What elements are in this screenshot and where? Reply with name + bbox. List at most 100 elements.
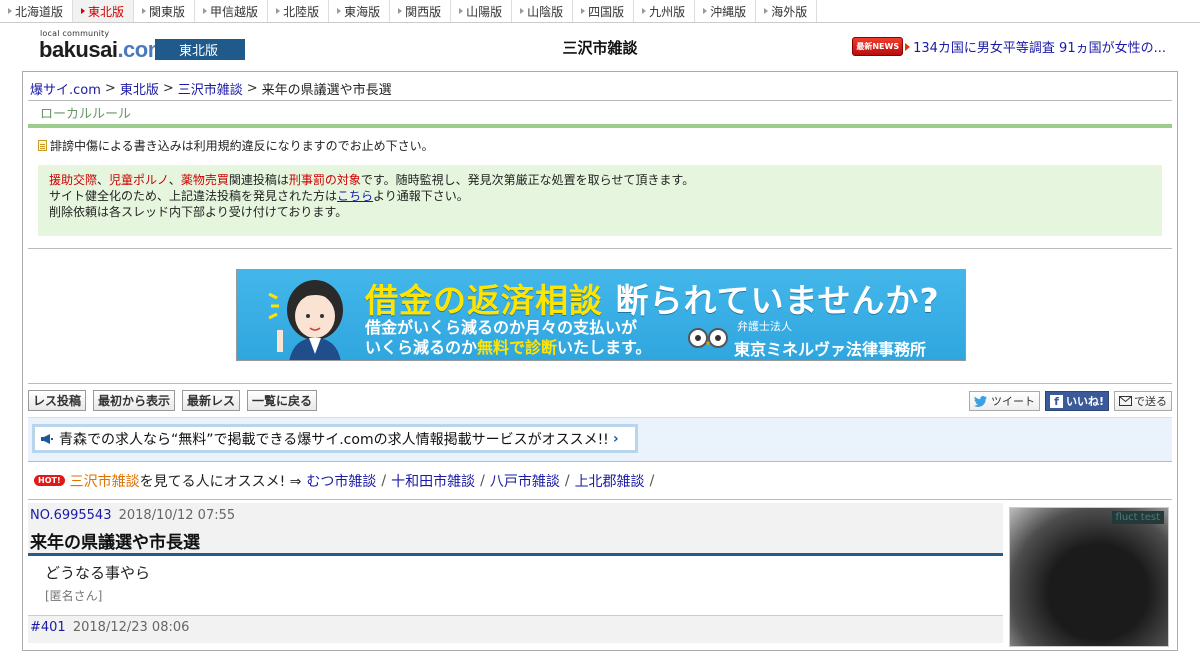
region-tab-tokai[interactable]: 東海版 (329, 0, 391, 22)
related-boards: HOT! 三沢市雑談 を見てる人にオススメ! ⇒ むつ市雑談 / 十和田市雑談 … (28, 462, 1172, 500)
breadcrumb-home[interactable]: 爆サイ.com (30, 79, 101, 98)
region-tab-kyushu[interactable]: 九州版 (634, 0, 696, 22)
banner-ad[interactable]: 借金の返済相談 断られていませんか? 借金がいくら減るのか月々の支払いが いくら… (236, 269, 966, 361)
job-promo-text: 青森での求人なら“無料”で掲載できる爆サイ.comの求人情報掲載サービスがオスス… (59, 431, 609, 448)
related-board-link[interactable]: むつ市雑談 (306, 471, 376, 491)
region-tab-label: 沖縄版 (710, 4, 747, 19)
triangle-icon (81, 8, 86, 14)
facebook-icon: f (1049, 394, 1063, 408)
rules-comma: 、 (97, 173, 110, 187)
ad-firm: 弁護士法人 東京ミネルヴァ法律事務所 (734, 318, 926, 360)
region-tab-okinawa[interactable]: 沖縄版 (695, 0, 757, 22)
job-promo-banner[interactable]: 青森での求人なら“無料”で掲載できる爆サイ.comの求人情報掲載サービスがオスス… (32, 424, 638, 453)
arrow-right-icon (905, 42, 911, 51)
triangle-icon (703, 8, 708, 14)
post-author: [匿名さん] (45, 589, 103, 603)
side-ad-image (1010, 508, 1168, 646)
banner-ad-area: 借金の返済相談 断られていませんか? 借金がいくら減るのか月々の支払いが いくら… (28, 249, 1172, 384)
region-tab-label: 北陸版 (283, 4, 320, 19)
tweet-label: ツイート (990, 395, 1035, 408)
triangle-icon (764, 8, 769, 14)
triangle-icon (642, 8, 647, 14)
region-tab-hokkaido[interactable]: 北海道版 (0, 0, 74, 22)
region-tab-sanin[interactable]: 山陰版 (512, 0, 574, 22)
ad-headline-yellow: 借金の返済相談 (365, 281, 603, 320)
ad-sub-highlight: 無料で診断 (477, 338, 558, 357)
ad-firm-name: 東京ミネルヴァ法律事務所 (734, 340, 927, 359)
region-tab-shikoku[interactable]: 四国版 (573, 0, 635, 22)
rules-comma: 、 (168, 173, 181, 187)
rules-line-3: 削除依頼は各スレッド内下部より受け付けております。 (49, 205, 348, 219)
related-board-link[interactable]: 十和田市雑談 (391, 471, 475, 491)
local-rules: 誹謗中傷による書き込みは利用規約違反になりますのでお止め下さい。 援助交際、児童… (28, 128, 1172, 249)
region-tab-kansai[interactable]: 関西版 (390, 0, 452, 22)
related-separator: / (381, 472, 387, 489)
news-badge: 最新NEWS (852, 37, 904, 56)
related-board-link[interactable]: 八戸市雑談 (490, 471, 560, 491)
ad-sub-text: いたします。 (557, 338, 652, 357)
region-tab-kanto[interactable]: 関東版 (134, 0, 196, 22)
job-promo-area: 青森での求人なら“無料”で掲載できる爆サイ.comの求人情報掲載サービスがオスス… (28, 417, 1172, 462)
rules-term: 児童ポルノ (109, 173, 169, 187)
region-tab-label: 四国版 (588, 4, 625, 19)
rules-warning-text: 誹謗中傷による書き込みは利用規約違反になりますのでお止め下さい。 (50, 139, 434, 153)
rules-warning: 誹謗中傷による書き込みは利用規約違反になりますのでお止め下さい。 (38, 137, 1162, 154)
region-tab-label: 東北版 (88, 4, 125, 19)
next-post-meta: #401 2018/12/23 08:06 (28, 616, 1003, 635)
post-meta: NO.6995543 2018/10/12 07:55 (28, 503, 1003, 523)
post-reply-button[interactable]: レス投稿 (28, 390, 87, 411)
triangle-icon (203, 8, 208, 14)
news-ticker[interactable]: 最新NEWS 134カ国に男女平等調査 91ヵ国が女性の... (852, 37, 1166, 56)
ad-sub-text: いくら減るのか (365, 338, 478, 357)
tweet-button[interactable]: ツイート (968, 391, 1040, 411)
region-tab-label: 関東版 (149, 4, 186, 19)
show-from-start-button[interactable]: 最初から表示 (93, 390, 176, 411)
send-label: で送る (1134, 395, 1167, 408)
triangle-icon (581, 8, 586, 14)
breadcrumb-board[interactable]: 三沢市雑談 (178, 79, 243, 98)
post-number-link[interactable]: NO.6995543 (30, 508, 111, 523)
region-tab-label: 海外版 (771, 4, 808, 19)
chevron-right-icon: › (612, 430, 619, 447)
rules-line-1: 援助交際、児童ポルノ、薬物売買関連投稿は刑事罰の対象です。随時監視し、発見次第厳… (49, 172, 1151, 188)
report-link[interactable]: こちら (337, 189, 373, 203)
latest-replies-button[interactable]: 最新レス (182, 390, 241, 411)
related-separator: / (564, 472, 570, 489)
breadcrumb-separator: > (162, 81, 174, 96)
local-rules-heading: ローカルルール (28, 101, 1172, 128)
region-tab-sanyo[interactable]: 山陽版 (451, 0, 513, 22)
reply-number-link[interactable]: #401 (30, 620, 66, 635)
owl-icon (688, 328, 728, 348)
region-tab-koshinetsu[interactable]: 甲信越版 (195, 0, 269, 22)
breadcrumb-current: 来年の県議選や市長選 (261, 83, 392, 98)
ad-firm-type: 弁護士法人 (737, 320, 792, 333)
rules-text: より通報下さい。 (373, 189, 469, 203)
triangle-icon (142, 8, 147, 14)
related-board-link[interactable]: 上北郡雑談 (575, 471, 645, 491)
breadcrumb-region[interactable]: 東北版 (120, 79, 159, 98)
breadcrumb-separator: > (104, 81, 116, 96)
current-board-name: 三沢市雑談 (69, 473, 140, 490)
triangle-icon (459, 8, 464, 14)
region-tab-overseas[interactable]: 海外版 (756, 0, 818, 22)
breadcrumb-separator: > (246, 81, 258, 96)
facebook-like-button[interactable]: f いいね! (1044, 391, 1109, 411)
region-tab-hokuriku[interactable]: 北陸版 (268, 0, 330, 22)
region-tab-label: 甲信越版 (210, 4, 259, 19)
megaphone-icon (41, 433, 53, 444)
send-mail-button[interactable]: で送る (1114, 391, 1172, 411)
triangle-icon (520, 8, 525, 14)
back-to-list-button[interactable]: 一覧に戻る (247, 390, 318, 411)
side-ad[interactable]: fluct test (1009, 507, 1169, 647)
rules-notice-box: 援助交際、児童ポルノ、薬物売買関連投稿は刑事罰の対象です。随時監視し、発見次第厳… (38, 165, 1162, 236)
reply-date: 2018/12/23 08:06 (72, 620, 190, 635)
post-text: どうなる事やら (45, 564, 151, 582)
rules-term: 薬物売買 (180, 173, 229, 187)
region-nav: 北海道版 東北版 関東版 甲信越版 北陸版 東海版 関西版 山陽版 山陰版 四国… (0, 0, 1200, 23)
region-tab-label: 関西版 (405, 4, 442, 19)
like-label: いいね! (1065, 395, 1104, 408)
news-headline-link[interactable]: 134カ国に男女平等調査 91ヵ国が女性の... (913, 37, 1166, 56)
main-frame: 爆サイ.com > 東北版 > 三沢市雑談 > 来年の県議選や市長選 ローカルル… (22, 71, 1178, 651)
region-tab-tohoku[interactable]: 東北版 (73, 0, 135, 22)
rules-text: です。随時監視し、発見次第厳正な処置を取らせて頂きます。 (360, 173, 695, 187)
